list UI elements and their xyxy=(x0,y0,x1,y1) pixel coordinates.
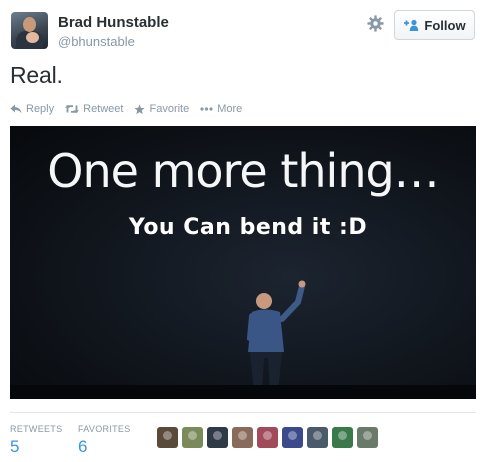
star-icon xyxy=(134,103,146,114)
author-fullname[interactable]: Brad Hunstable xyxy=(58,14,169,31)
favorites-count: 6 xyxy=(78,437,88,456)
retweet-action[interactable]: Retweet xyxy=(65,103,123,115)
favoriter-avatar[interactable] xyxy=(232,427,253,448)
tweet-photo[interactable]: One more thing… You Can bend it :D xyxy=(10,126,476,399)
gear-icon[interactable] xyxy=(367,15,384,32)
more-action[interactable]: More xyxy=(200,103,242,115)
author-avatar[interactable] xyxy=(11,12,48,49)
favorite-label: Favorite xyxy=(149,103,190,115)
favoriter-avatar[interactable] xyxy=(282,427,303,448)
reply-icon xyxy=(10,104,22,114)
favoriter-avatar[interactable] xyxy=(207,427,228,448)
favorites-stat[interactable]: FAVORITES 6 xyxy=(78,424,131,457)
retweets-count: 5 xyxy=(10,437,20,456)
follow-button-label: Follow xyxy=(424,17,466,33)
favoriter-avatar[interactable] xyxy=(357,427,378,448)
tweet-text: Real. xyxy=(10,62,63,88)
photo-headline: One more thing… xyxy=(47,144,439,198)
more-label: More xyxy=(217,103,243,115)
photo-caption: You Can bend it :D xyxy=(128,215,368,240)
reply-label: Reply xyxy=(26,103,55,115)
presenter-figure xyxy=(246,280,306,398)
add-user-icon xyxy=(404,19,419,31)
reply-action[interactable]: Reply xyxy=(10,103,54,115)
retweet-label: Retweet xyxy=(83,103,124,115)
favoriter-avatar[interactable] xyxy=(332,427,353,448)
stats-divider xyxy=(10,412,476,413)
retweet-icon xyxy=(65,105,80,113)
more-icon xyxy=(200,107,213,111)
retweets-stat[interactable]: RETWEETS 5 xyxy=(10,424,62,457)
favoriter-avatar[interactable] xyxy=(257,427,278,448)
follow-button[interactable]: Follow xyxy=(394,10,475,40)
favoriter-avatar[interactable] xyxy=(182,427,203,448)
author-screenname[interactable]: @bhunstable xyxy=(58,34,135,49)
tweet-actions: Reply Retweet Favorite More xyxy=(10,103,253,115)
favoriter-avatar[interactable] xyxy=(307,427,328,448)
retweets-label: RETWEETS xyxy=(10,424,63,434)
favoriter-avatar[interactable] xyxy=(157,427,178,448)
favorites-label: FAVORITES xyxy=(78,424,131,434)
favorite-action[interactable]: Favorite xyxy=(134,103,189,115)
favoriter-avatars xyxy=(157,427,378,448)
